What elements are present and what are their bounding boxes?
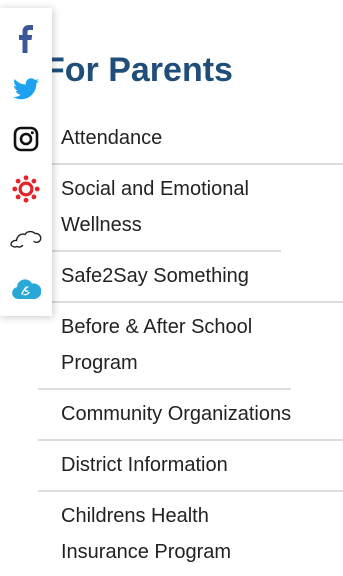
cloud-swirl-icon xyxy=(10,230,42,248)
cloud-app-icon xyxy=(12,279,41,299)
instagram-link[interactable] xyxy=(0,114,52,164)
menu-item-social-emotional-wellness[interactable]: Social and Emotional Wellness xyxy=(38,165,281,252)
menu-item-label: District Information xyxy=(61,454,228,476)
social-share-bar xyxy=(0,8,52,316)
menu-item-before-after-school[interactable]: Before & After School Program xyxy=(38,303,291,390)
cloud-app-link[interactable] xyxy=(0,264,52,314)
canvas-lms-link[interactable] xyxy=(0,164,52,214)
twitter-link[interactable] xyxy=(0,64,52,114)
instagram-icon xyxy=(13,126,39,152)
menu-item-label: Community Organizations xyxy=(61,403,292,425)
twitter-icon xyxy=(13,78,39,100)
cloud-swirl-link[interactable] xyxy=(0,214,52,264)
menu-item-attendance[interactable]: Attendance xyxy=(38,114,343,165)
menu-item-community-organizations[interactable]: Community Organizations xyxy=(38,390,343,441)
parents-menu: Attendance Social and Emotional Wellness… xyxy=(38,114,343,576)
facebook-link[interactable] xyxy=(0,14,52,64)
menu-item-safe2say[interactable]: Safe2Say Something xyxy=(38,252,343,303)
menu-item-label: Safe2Say Something xyxy=(61,265,249,287)
page-title: For Parents xyxy=(44,51,233,89)
canvas-lms-icon xyxy=(12,175,40,203)
menu-item-label: Childrens Health Insurance Program xyxy=(61,505,232,563)
menu-item-label: Attendance xyxy=(61,127,163,149)
menu-item-label: Social and Emotional Wellness xyxy=(61,178,249,236)
menu-item-childrens-health-insurance[interactable]: Childrens Health Insurance Program xyxy=(38,492,281,576)
facebook-icon xyxy=(19,25,33,53)
menu-item-district-information[interactable]: District Information xyxy=(38,441,343,492)
menu-item-label: Before & After School Program xyxy=(61,316,253,374)
